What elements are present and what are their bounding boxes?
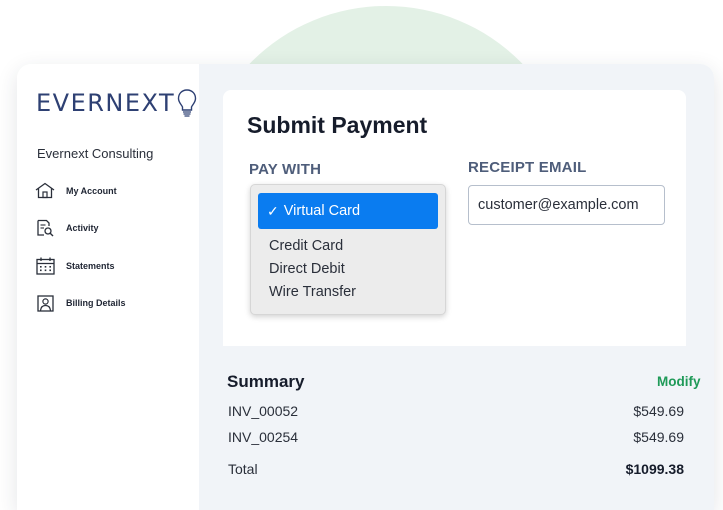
total-label: Total <box>228 461 258 477</box>
invoice-amount: $549.69 <box>633 429 684 445</box>
dropdown-option-direct-debit[interactable]: Direct Debit <box>269 261 345 277</box>
sidebar-item-activity[interactable]: Activity <box>35 219 195 238</box>
dropdown-option-wire-transfer[interactable]: Wire Transfer <box>269 284 356 300</box>
sidebar-item-label: Statements <box>66 260 115 271</box>
sidebar: EVERNEXT Evernext Consulting My Account <box>17 64 199 510</box>
payment-card: Submit Payment PAY WITH RECEIPT EMAIL ✓ … <box>223 90 686 346</box>
document-search-icon <box>35 219 55 238</box>
checkmark-icon: ✓ <box>267 202 279 219</box>
receipt-email-label: RECEIPT EMAIL <box>468 159 587 176</box>
sidebar-item-statements[interactable]: Statements <box>35 256 195 275</box>
company-name: Evernext Consulting <box>37 146 154 161</box>
logo: EVERNEXT <box>36 88 197 118</box>
invoice-amount: $549.69 <box>633 403 684 419</box>
lightbulb-icon <box>178 89 197 117</box>
total-amount: $1099.38 <box>625 461 684 477</box>
invoice-id: INV_00052 <box>228 403 299 419</box>
logo-text: EVERNEXT <box>36 89 176 117</box>
sidebar-item-label: Activity <box>66 223 99 233</box>
dropdown-option-virtual-card[interactable]: ✓ Virtual Card <box>258 193 438 229</box>
main-panel: Submit Payment PAY WITH RECEIPT EMAIL ✓ … <box>199 64 714 510</box>
sidebar-item-label: Billing Details <box>66 298 126 308</box>
pay-with-label: PAY WITH <box>249 161 322 178</box>
modify-link[interactable]: Modify <box>657 374 701 389</box>
dropdown-option-credit-card[interactable]: Credit Card <box>269 238 343 254</box>
invoice-id: INV_00254 <box>228 429 299 445</box>
home-icon <box>35 181 55 200</box>
sidebar-item-billing-details[interactable]: Billing Details <box>35 294 195 313</box>
sidebar-item-label: My Account <box>66 185 117 196</box>
summary-title: Summary <box>227 372 305 391</box>
option-label: Virtual Card <box>283 203 361 219</box>
page-title: Submit Payment <box>247 112 428 138</box>
calendar-icon <box>35 256 55 275</box>
app-window: EVERNEXT Evernext Consulting My Account <box>17 64 714 510</box>
sidebar-nav: My Account Activity Statements Billing D… <box>35 181 195 331</box>
payment-method-dropdown[interactable]: ✓ Virtual Card Credit Card Direct Debit … <box>250 184 446 315</box>
receipt-email-input[interactable] <box>468 185 665 225</box>
sidebar-item-my-account[interactable]: My Account <box>35 181 195 200</box>
user-card-icon <box>35 294 55 313</box>
